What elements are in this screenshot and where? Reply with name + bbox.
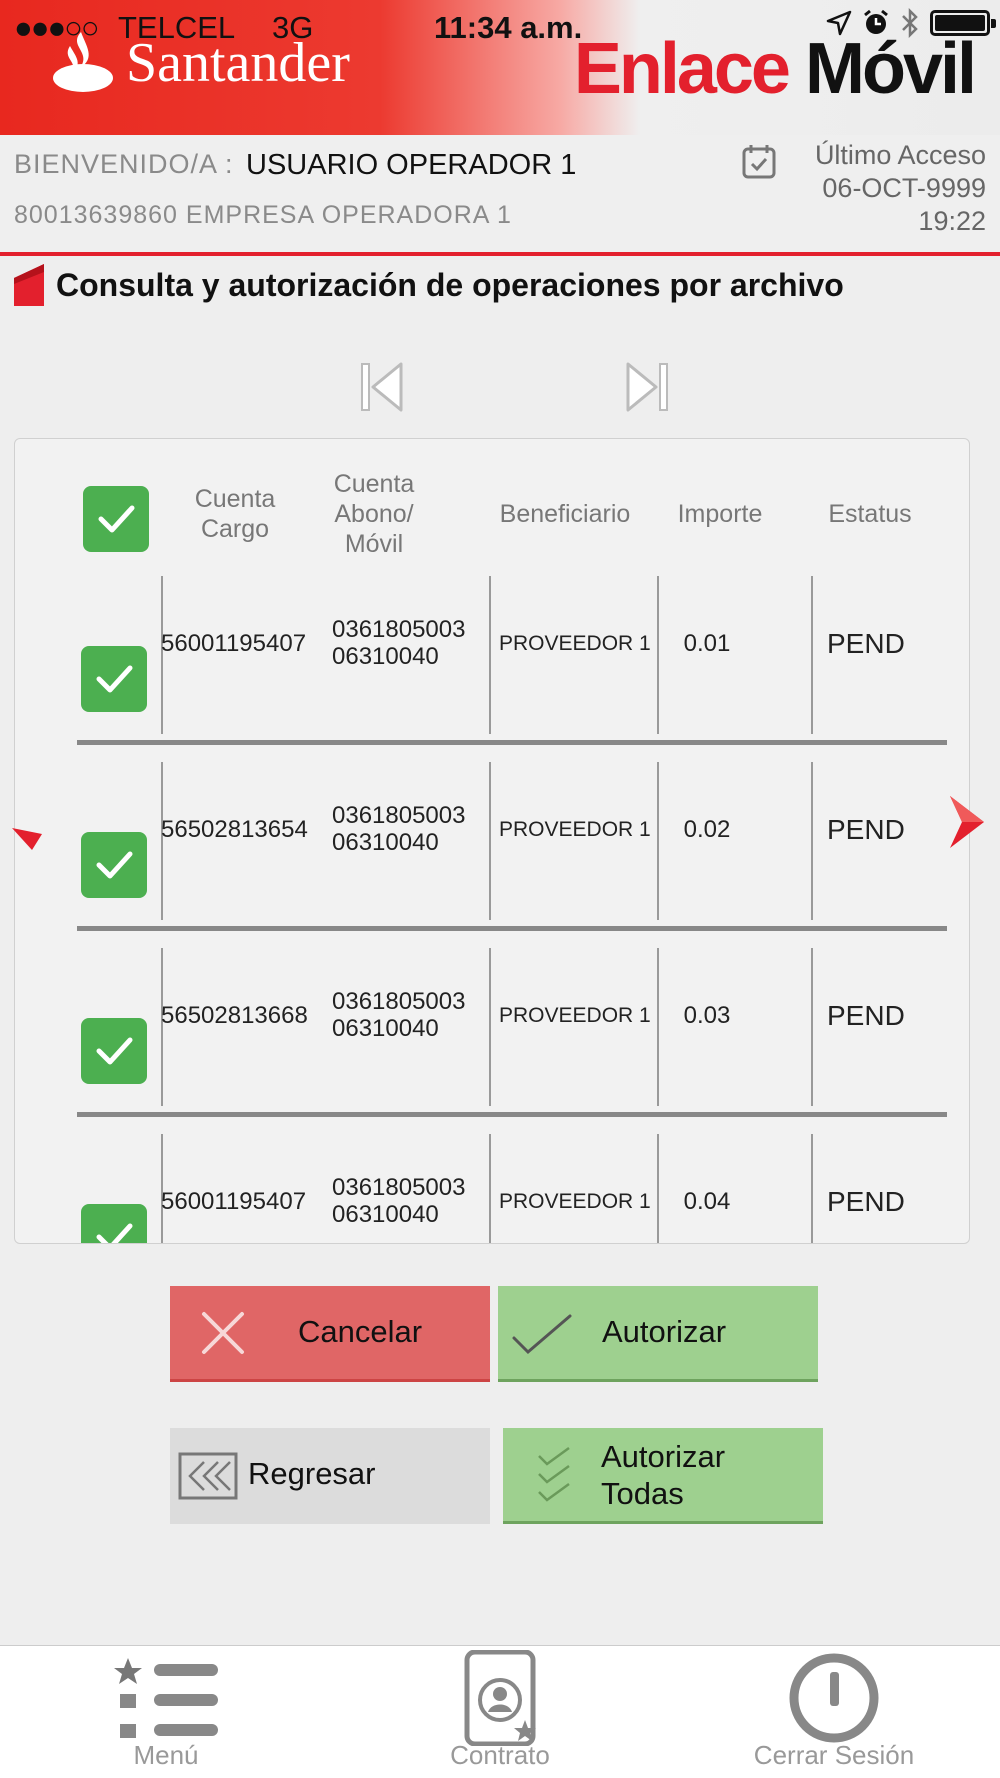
importe: 0.02	[683, 816, 731, 843]
header-cuenta-abono: Cuenta Abono/Móvil	[333, 470, 415, 558]
authorize-button[interactable]: Autorizar	[498, 1286, 818, 1382]
company-info: 80013639860 EMPRESA OPERADORA 1	[14, 201, 512, 229]
beneficiario: PROVEEDOR 1	[499, 632, 651, 655]
authorize-all-button[interactable]: Autorizar Todas	[503, 1428, 823, 1524]
page-title-text: Consulta y autorización de operaciones p…	[56, 266, 844, 303]
brand-name: Santander	[126, 32, 350, 94]
status-clock: 11:34 a.m.	[434, 10, 583, 45]
header-beneficiario: Beneficiario	[499, 500, 631, 528]
last-access: Último Acceso 06-OCT-9999 19:22	[736, 139, 986, 238]
table-row: 56502813654 0361805003 06310040 PROVEEDOR…	[15, 758, 969, 944]
close-icon	[202, 1312, 244, 1354]
importe: 0.03	[683, 1002, 731, 1029]
checkmark-icon	[96, 665, 133, 693]
authorize-all-button-label: Autorizar Todas	[601, 1439, 726, 1511]
row-divider	[77, 740, 947, 745]
beneficiario: PROVEEDOR 1	[499, 1190, 651, 1213]
cuenta-cargo: 56502813654	[161, 816, 308, 843]
welcome-panel: BIENVENIDO/A : USUARIO OPERADOR 1 800136…	[0, 135, 1000, 253]
double-check-icon	[538, 1446, 570, 1502]
cuenta-cargo: 56001195407	[161, 1188, 307, 1215]
header-cuenta-cargo: Cuenta Cargo	[194, 485, 276, 543]
checkmark-icon	[98, 505, 135, 533]
row-checkbox[interactable]	[81, 832, 147, 898]
cancel-button[interactable]: Cancelar	[170, 1286, 490, 1382]
nav-logout[interactable]: Cerrar Sesión	[744, 1646, 924, 1778]
table-row: 56502813668 0361805003 06310040 PROVEEDOR…	[15, 944, 969, 1130]
header-divider	[0, 252, 1000, 256]
beneficiario: PROVEEDOR 1	[499, 1004, 651, 1027]
nav-menu[interactable]: Menú	[96, 1646, 236, 1778]
estatus: PEND	[827, 1000, 905, 1031]
cuenta-abono: 0361805003 06310040	[332, 802, 466, 856]
bottom-nav: Menú Contrato Cerrar Sesión	[0, 1645, 1000, 1778]
importe: 0.01	[683, 630, 731, 657]
user-name: USUARIO OPERADOR 1	[246, 149, 577, 181]
app-logo-word-2: Móvil	[804, 29, 977, 109]
checkmark-icon	[96, 1223, 133, 1243]
cuenta-cargo: 56502813668	[161, 1002, 308, 1029]
nav-contract[interactable]: Contrato	[430, 1646, 570, 1778]
estatus: PEND	[827, 628, 905, 659]
app-header: ●●●○○ TELCEL 3G 11:34 a.m. Santander Enl…	[0, 0, 1000, 135]
cuenta-abono: 0361805003 06310040	[332, 1174, 466, 1228]
authorize-button-label: Autorizar	[602, 1314, 727, 1349]
header-importe: Importe	[677, 500, 763, 528]
nav-menu-label: Menú	[133, 1740, 199, 1770]
row-checkbox[interactable]	[81, 1204, 147, 1243]
welcome-label: BIENVENIDO/A :	[14, 149, 234, 179]
app-logo-word-1: Enlace	[573, 29, 791, 109]
power-icon	[789, 1653, 879, 1743]
santander-logo: Santander	[48, 28, 350, 98]
cuenta-cargo: 56001195407	[161, 630, 307, 657]
checkmark-icon	[96, 851, 133, 879]
check-icon	[512, 1314, 572, 1355]
last-page-icon[interactable]	[622, 360, 672, 414]
row-divider	[77, 926, 947, 931]
header-estatus: Estatus	[828, 500, 912, 528]
title-marker-icon	[14, 264, 44, 306]
nav-contract-label: Contrato	[450, 1740, 550, 1770]
back-button[interactable]: Regresar	[170, 1428, 490, 1524]
contract-icon	[464, 1650, 536, 1746]
scroll-right-icon[interactable]	[946, 796, 986, 848]
first-page-icon[interactable]	[357, 360, 407, 414]
back-arrows-icon	[178, 1452, 238, 1500]
back-button-label: Regresar	[248, 1456, 376, 1491]
app-logo: Enlace Móvil	[573, 28, 977, 110]
table-row: 56001195407 0361805003 06310040 PROVEEDOR…	[15, 572, 969, 758]
table-row: 56001195407 0361805003 06310040 PROVEEDOR…	[15, 1130, 969, 1243]
flame-icon	[53, 32, 113, 92]
scroll-left-icon[interactable]	[12, 826, 42, 852]
cuenta-abono: 0361805003 06310040	[332, 988, 466, 1042]
cancel-button-label: Cancelar	[298, 1314, 423, 1349]
beneficiario: PROVEEDOR 1	[499, 818, 651, 841]
select-all-checkbox[interactable]	[83, 486, 149, 552]
nav-logout-label: Cerrar Sesión	[753, 1740, 915, 1770]
last-access-time: 19:22	[918, 206, 986, 236]
checkmark-icon	[96, 1037, 133, 1065]
cuenta-abono: 0361805003 06310040	[332, 616, 466, 670]
operations-table: Cuenta Cargo Cuenta Abono/Móvil Beneficiar…	[14, 438, 970, 1244]
menu-list-icon	[114, 1658, 218, 1738]
calendar-icon	[742, 145, 776, 179]
row-checkbox[interactable]	[81, 1018, 147, 1084]
row-checkbox[interactable]	[81, 646, 147, 712]
estatus: PEND	[827, 1186, 905, 1217]
page-title: Consulta y autorización de operaciones p…	[12, 262, 844, 308]
row-divider	[77, 1112, 947, 1117]
estatus: PEND	[827, 814, 905, 845]
importe: 0.04	[683, 1188, 731, 1215]
